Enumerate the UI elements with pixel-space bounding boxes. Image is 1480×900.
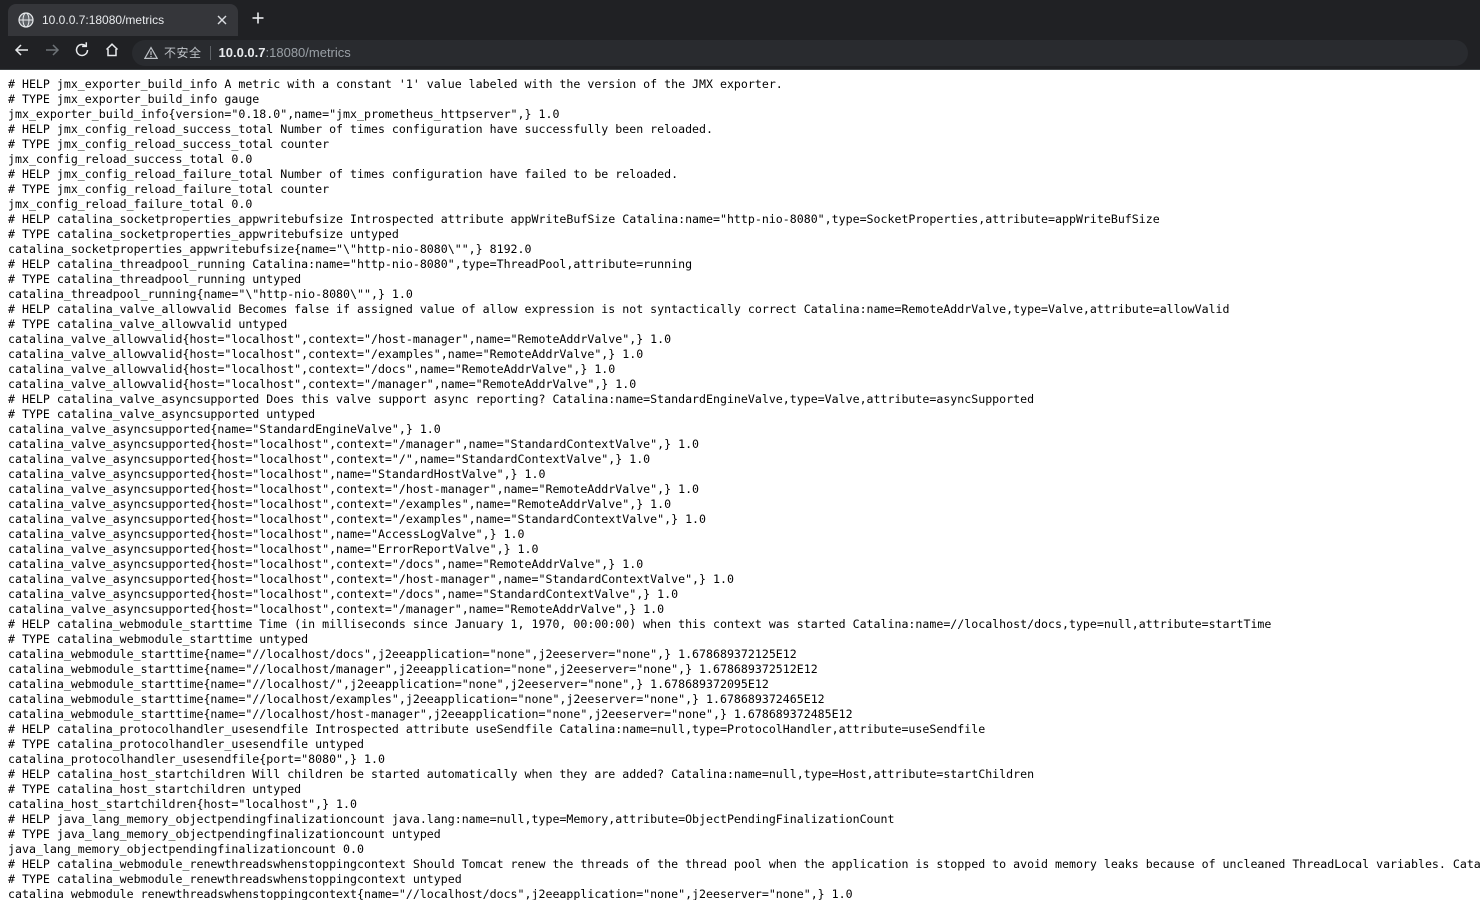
- url-path: :18080/metrics: [265, 45, 351, 60]
- home-button[interactable]: [98, 39, 126, 67]
- forward-button[interactable]: [38, 39, 66, 67]
- address-bar[interactable]: 不安全 10.0.0.7:18080/metrics: [132, 39, 1468, 66]
- arrow-right-icon: [43, 41, 61, 64]
- browser-window: 10.0.0.7:18080/metrics 不安全 10.0.0.7:1808…: [0, 0, 1480, 900]
- new-tab-button[interactable]: [244, 6, 272, 34]
- browser-tab-active[interactable]: 10.0.0.7:18080/metrics: [8, 4, 238, 36]
- arrow-left-icon: [13, 41, 31, 64]
- plus-icon: [251, 11, 265, 30]
- tab-strip: 10.0.0.7:18080/metrics: [0, 0, 1480, 36]
- globe-icon: [18, 12, 34, 28]
- home-icon: [103, 41, 121, 64]
- warning-triangle-icon[interactable]: [143, 45, 159, 60]
- back-button[interactable]: [8, 39, 36, 67]
- metrics-text-content: # HELP jmx_exporter_build_info A metric …: [8, 77, 1480, 900]
- security-status-label: 不安全: [164, 46, 202, 60]
- browser-toolbar: 不安全 10.0.0.7:18080/metrics: [0, 36, 1480, 70]
- close-icon[interactable]: [214, 12, 230, 28]
- reload-icon: [73, 41, 91, 64]
- reload-button[interactable]: [68, 39, 96, 67]
- omnibox-divider: [209, 45, 211, 60]
- page-viewport[interactable]: # HELP jmx_exporter_build_info A metric …: [0, 70, 1480, 900]
- url-host: 10.0.0.7: [218, 45, 266, 60]
- address-bar-url: 10.0.0.7:18080/metrics: [219, 45, 351, 60]
- tab-title: 10.0.0.7:18080/metrics: [42, 13, 165, 27]
